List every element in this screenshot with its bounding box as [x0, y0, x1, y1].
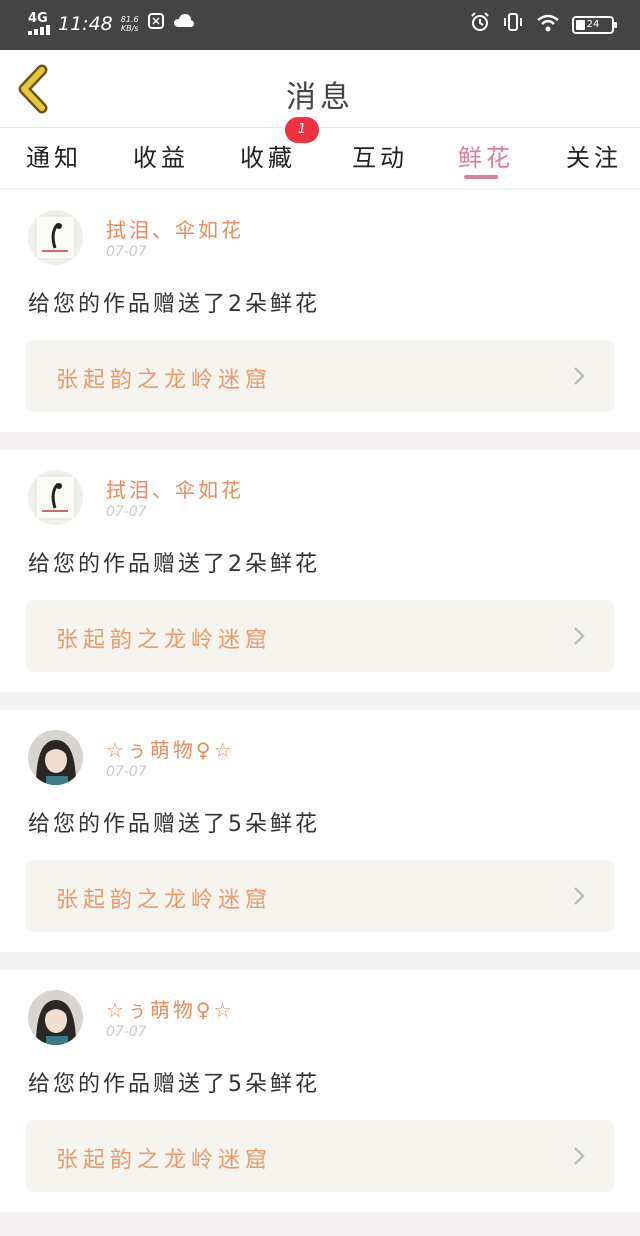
status-left: 4G 11:48 81.6 KB/s	[28, 12, 195, 35]
tab-interactions[interactable]: 互动	[352, 138, 408, 173]
work-title: 张起韵之龙岭迷窟	[56, 628, 273, 653]
message-text: 给您的作品赠送了5朵鲜花	[28, 1072, 320, 1097]
chevron-right-icon	[574, 887, 585, 905]
work-title: 张起韵之龙岭迷窟	[56, 368, 273, 393]
chevron-right-icon	[574, 367, 585, 385]
work-title: 张起韵之龙岭迷窟	[56, 888, 273, 913]
work-link[interactable]: 张起韵之龙岭迷窟	[26, 1120, 614, 1192]
chevron-right-icon	[574, 627, 585, 645]
message-card: ☆ぅ萌物♀☆ 07-07 给您的作品赠送了5朵鲜花 张起韵之龙岭迷窟	[0, 970, 640, 1212]
status-time: 11:48	[58, 12, 113, 35]
status-bar: 4G 11:48 81.6 KB/s 24	[0, 0, 640, 50]
chevron-right-icon	[574, 1147, 585, 1165]
cloud-icon	[173, 13, 195, 34]
avatar[interactable]	[28, 730, 83, 785]
status-right: 24	[470, 12, 617, 37]
avatar[interactable]	[28, 990, 83, 1045]
vibrate-icon	[502, 12, 524, 37]
message-date: 07-07	[106, 244, 147, 260]
alarm-icon	[470, 12, 490, 37]
sender-name[interactable]: 拭泪、伞如花	[106, 214, 244, 243]
tab-follow[interactable]: 关注	[566, 138, 622, 173]
message-date: 07-07	[106, 1024, 147, 1040]
message-card: 拭泪、伞如花 07-07 给您的作品赠送了2朵鲜花 张起韵之龙岭迷窟	[0, 450, 640, 692]
tab-favorites[interactable]: 收藏	[240, 138, 296, 173]
sender-name[interactable]: 拭泪、伞如花	[106, 474, 244, 503]
page-title: 消息	[286, 80, 354, 115]
header: 消息	[0, 50, 640, 128]
sender-name[interactable]: ☆ぅ萌物♀☆	[106, 994, 235, 1023]
work-link[interactable]: 张起韵之龙岭迷窟	[26, 860, 614, 932]
sender-name[interactable]: ☆ぅ萌物♀☆	[106, 734, 235, 763]
tab-flowers[interactable]: 鲜花	[458, 138, 514, 173]
message-date: 07-07	[106, 504, 147, 520]
wifi-icon	[536, 13, 560, 37]
message-card: ☆ぅ萌物♀☆ 07-07 给您的作品赠送了5朵鲜花 张起韵之龙岭迷窟	[0, 710, 640, 952]
message-card: 拭泪、伞如花 07-07 给您的作品赠送了2朵鲜花 张起韵之龙岭迷窟	[0, 190, 640, 432]
active-tab-indicator	[464, 175, 498, 179]
message-date: 07-07	[106, 764, 147, 780]
clock-app-icon	[147, 12, 165, 35]
battery-icon: 24	[572, 15, 617, 34]
message-text: 给您的作品赠送了2朵鲜花	[28, 292, 320, 317]
work-link[interactable]: 张起韵之龙岭迷窟	[26, 600, 614, 672]
favorites-badge: 1	[285, 117, 319, 143]
tab-bar: 通知 收益 收藏 互动 鲜花 关注	[0, 128, 640, 188]
network-type: 4G	[28, 10, 48, 26]
tab-notifications[interactable]: 通知	[26, 138, 82, 173]
signal-icon: 4G	[28, 10, 50, 35]
message-text: 给您的作品赠送了5朵鲜花	[28, 812, 320, 837]
work-link[interactable]: 张起韵之龙岭迷窟	[26, 340, 614, 412]
avatar[interactable]	[28, 210, 83, 265]
work-title: 张起韵之龙岭迷窟	[56, 1148, 273, 1173]
tab-earnings[interactable]: 收益	[133, 138, 189, 173]
avatar[interactable]	[28, 470, 83, 525]
message-text: 给您的作品赠送了2朵鲜花	[28, 552, 320, 577]
network-speed: 81.6 KB/s	[120, 14, 139, 33]
